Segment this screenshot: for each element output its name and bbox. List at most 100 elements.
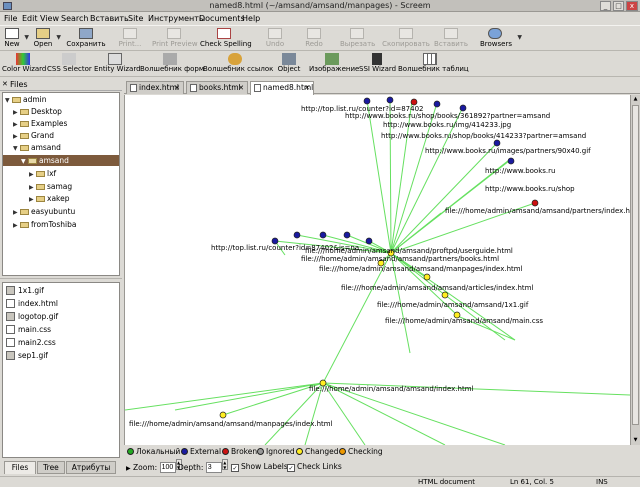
- check-spelling-button[interactable]: Check Spelling: [200, 26, 252, 52]
- print-button[interactable]: Print...: [118, 26, 142, 52]
- menu-insert[interactable]: Вставить: [90, 14, 129, 23]
- pane-splitter[interactable]: [0, 278, 122, 281]
- expand-arrow-icon[interactable]: ▶: [13, 131, 20, 142]
- expand-arrow-icon[interactable]: ▶: [13, 220, 20, 231]
- check-links-checkbox[interactable]: ✓ Check Links: [287, 459, 342, 474]
- file-item-index-html[interactable]: index.html: [6, 298, 58, 310]
- tree-item-lxf[interactable]: ▶ lxf: [3, 168, 119, 179]
- tab-close-icon[interactable]: ✕: [304, 82, 310, 94]
- browsers-dropdown-icon[interactable]: ▼: [517, 34, 522, 41]
- tree-item-amsand[interactable]: ▼ amsand: [3, 142, 119, 153]
- graph-node[interactable]: [343, 231, 351, 239]
- file-list[interactable]: 1x1.gif index.html logotop.gif main.css …: [2, 282, 120, 458]
- collapse-arrow-icon[interactable]: ▼: [5, 95, 12, 106]
- doc-tab-books-html[interactable]: books.html ✕: [186, 81, 248, 94]
- graph-node[interactable]: [363, 97, 371, 105]
- graph-node[interactable]: [386, 96, 394, 104]
- form-wizard-button[interactable]: Волшебник форм: [140, 51, 204, 77]
- tree-item-grand[interactable]: ▶ Grand: [3, 130, 119, 141]
- ssi-wizard-button[interactable]: SSI Wizard: [359, 51, 396, 77]
- table-wizard-button[interactable]: Волшебник таблиц: [398, 51, 469, 77]
- menu-edit[interactable]: Edit: [22, 14, 38, 23]
- scroll-down-icon[interactable]: ▼: [632, 436, 639, 444]
- expand-arrow-icon[interactable]: ▶: [13, 207, 20, 218]
- zoom-input[interactable]: [159, 462, 176, 473]
- tree-item-examples[interactable]: ▶ Examples: [3, 118, 119, 129]
- link-view-canvas[interactable]: http://top.list.ru/counter?id=87402 http:…: [124, 95, 630, 445]
- vertical-scrollbar[interactable]: ▲ ▼: [630, 95, 640, 445]
- open-dropdown-icon[interactable]: ▼: [56, 34, 61, 41]
- tree-item-desktop[interactable]: ▶ Desktop: [3, 106, 119, 117]
- undo-button[interactable]: Undo: [265, 26, 285, 52]
- scrollbar-thumb[interactable]: [632, 105, 639, 425]
- print-preview-button[interactable]: Print Preview: [152, 26, 198, 52]
- tree-item-admin[interactable]: ▼ admin: [3, 94, 119, 105]
- tab-close-icon[interactable]: ✕: [238, 82, 244, 94]
- tab-tree[interactable]: Tree: [37, 461, 65, 474]
- doc-tab-named8-html[interactable]: named8.html ✕: [250, 81, 314, 95]
- graph-node[interactable]: [219, 411, 227, 419]
- redo-button[interactable]: Redo: [304, 26, 324, 52]
- tree-item-xakep[interactable]: ▶ xakep: [3, 193, 119, 204]
- paste-button[interactable]: Вставить: [434, 26, 468, 52]
- entity-wizard-button[interactable]: Entity Wizard: [94, 51, 141, 77]
- graph-node[interactable]: [493, 139, 501, 147]
- open-button[interactable]: Open ▼: [32, 26, 61, 52]
- browsers-button[interactable]: Browsers ▼: [480, 26, 522, 52]
- graph-node[interactable]: [293, 231, 301, 239]
- show-labels-checkbox[interactable]: ✓ Show Labels: [231, 459, 288, 474]
- directory-tree[interactable]: ▼ admin ▶ Desktop ▶ Examples ▶ Grand ▼ amsand…: [2, 92, 120, 276]
- css-selector-button[interactable]: CSS Selector: [47, 51, 92, 77]
- file-item-logotop-gif[interactable]: logotop.gif: [6, 311, 58, 323]
- menu-documents[interactable]: Documents: [199, 14, 245, 23]
- graph-node[interactable]: [365, 237, 373, 245]
- depth-input[interactable]: [205, 462, 222, 473]
- expand-arrow-icon[interactable]: ▶: [29, 169, 36, 180]
- cut-button[interactable]: Вырезать: [340, 26, 375, 52]
- depth-spinner[interactable]: ▲ ▼: [221, 459, 228, 470]
- object-button[interactable]: Object: [277, 51, 301, 77]
- expand-arrow-icon[interactable]: ▶: [13, 107, 20, 118]
- copy-button[interactable]: Скопировать: [382, 26, 430, 52]
- tree-item-fromtoshiba[interactable]: ▶ fromToshiba: [3, 219, 119, 230]
- file-item-main-css[interactable]: main.css: [6, 324, 51, 336]
- link-wizard-button[interactable]: Волшебник ссылок: [203, 51, 273, 77]
- menu-help[interactable]: Help: [242, 14, 260, 23]
- tree-item-easyubuntu[interactable]: ▶ easyubuntu: [3, 206, 119, 217]
- graph-node[interactable]: [441, 291, 449, 299]
- graph-node[interactable]: [319, 231, 327, 239]
- graph-node[interactable]: [423, 273, 431, 281]
- file-item-1x1-gif[interactable]: 1x1.gif: [6, 285, 44, 297]
- doc-tab-index-html[interactable]: index.html ✕: [126, 81, 184, 94]
- menu-site[interactable]: Site: [128, 14, 143, 23]
- minimize-button[interactable]: _: [600, 1, 611, 11]
- file-item-sep1-gif[interactable]: sep1.gif: [6, 350, 48, 362]
- tab-close-icon[interactable]: ✕: [174, 82, 180, 94]
- scroll-up-icon[interactable]: ▲: [632, 95, 639, 103]
- new-button[interactable]: New ▼: [2, 26, 29, 52]
- menu-file[interactable]: File: [4, 14, 17, 23]
- graph-node[interactable]: [459, 104, 467, 112]
- expand-arrow-icon[interactable]: ▶: [13, 119, 20, 130]
- tree-item-amsand-selected[interactable]: ▼ amsand: [3, 155, 119, 166]
- checkbox-checked-icon[interactable]: ✓: [231, 464, 239, 472]
- checkbox-checked-icon[interactable]: ✓: [287, 464, 295, 472]
- color-wizard-button[interactable]: Color Wizard: [2, 51, 46, 77]
- close-button[interactable]: x: [626, 1, 638, 11]
- expand-arrow-icon[interactable]: ▶: [29, 194, 36, 205]
- tab-files[interactable]: Files: [4, 461, 36, 474]
- collapse-arrow-icon[interactable]: ▶: [126, 465, 131, 472]
- collapse-arrow-icon[interactable]: ▼: [13, 143, 20, 154]
- save-button[interactable]: Сохранить: [66, 26, 106, 52]
- file-item-main2-css[interactable]: main2.css: [6, 337, 56, 349]
- tab-attributes[interactable]: Атрибуты: [66, 461, 116, 474]
- graph-node[interactable]: [507, 157, 515, 165]
- collapse-arrow-icon[interactable]: ▼: [21, 156, 28, 167]
- image-wizard-button[interactable]: Изображение: [309, 51, 359, 77]
- maximize-button[interactable]: □: [613, 1, 624, 11]
- graph-node[interactable]: [531, 199, 539, 207]
- menu-tools[interactable]: Инструменты: [148, 14, 205, 23]
- graph-node[interactable]: [433, 100, 441, 108]
- panel-close-icon[interactable]: ✕: [2, 80, 8, 88]
- expand-arrow-icon[interactable]: ▶: [29, 182, 36, 193]
